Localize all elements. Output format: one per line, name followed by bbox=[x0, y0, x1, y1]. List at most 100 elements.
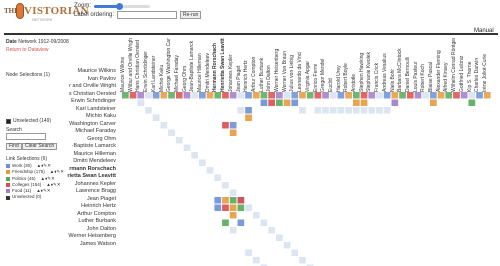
matrix-cell[interactable] bbox=[291, 92, 299, 99]
matrix-row-label[interactable]: Maurice Hilleman bbox=[56, 151, 117, 159]
matrix-column-label[interactable]: John Dalton bbox=[266, 38, 272, 92]
matrix-cell[interactable] bbox=[283, 242, 291, 249]
matrix-row-label[interactable]: Jean Piaget bbox=[56, 196, 116, 204]
matrix-cell[interactable] bbox=[322, 107, 329, 114]
matrix-column-label[interactable]: Louis Pasteur bbox=[413, 38, 419, 92]
matrix-column-label[interactable]: Johannes Kepler bbox=[228, 38, 234, 92]
matrix-cell[interactable] bbox=[314, 92, 322, 99]
matrix-column-label[interactable]: Niels Bohr bbox=[390, 38, 396, 92]
matrix-cell[interactable] bbox=[245, 114, 252, 122]
matrix-cell[interactable] bbox=[237, 107, 245, 114]
matrix-cell[interactable] bbox=[368, 92, 376, 99]
matrix-column-label[interactable]: Karl Landsteiner bbox=[151, 38, 157, 92]
matrix-row-label[interactable]: -Baptiste Lamarck bbox=[56, 143, 116, 151]
matrix-column-label[interactable]: Heinrich Hertz bbox=[243, 38, 249, 92]
matrix-column-label[interactable]: Henrietta Swan Leavitt bbox=[220, 38, 226, 92]
matrix-column-label[interactable]: Erwin Schrödinger bbox=[143, 38, 149, 92]
matrix-column-label[interactable]: Alfred Kinsey bbox=[443, 38, 449, 92]
matrix-cell[interactable] bbox=[222, 182, 229, 189]
matrix-column-label[interactable]: Luther Burbank bbox=[259, 38, 265, 92]
matrix-cell[interactable] bbox=[276, 234, 283, 242]
matrix-column-label[interactable]: Jean-Baptiste Lamarck bbox=[189, 38, 195, 92]
matrix-column-label[interactable]: Irène Joliot-Curie bbox=[482, 38, 488, 92]
matrix-column-label[interactable]: Barbara McClintock bbox=[397, 38, 403, 92]
matrix-cell[interactable] bbox=[337, 92, 345, 99]
matrix-cell[interactable] bbox=[391, 99, 399, 107]
matrix-row-label[interactable]: Michio Kaku bbox=[56, 113, 116, 121]
find-button[interactable]: Find bbox=[6, 143, 22, 150]
matrix-cell[interactable] bbox=[383, 92, 391, 99]
matrix-cell[interactable] bbox=[445, 92, 453, 99]
rerun-button[interactable]: Re-run bbox=[180, 11, 202, 19]
matrix-row-label[interactable]: Maurice Wilkins bbox=[56, 68, 116, 76]
zoom-slider-handle[interactable] bbox=[115, 2, 123, 10]
matrix-cell[interactable] bbox=[199, 92, 206, 99]
matrix-column-label[interactable]: Daniel Bernoulli bbox=[405, 38, 411, 92]
matrix-column-label[interactable]: Stephen Hawking bbox=[359, 38, 365, 92]
matrix-cell[interactable] bbox=[276, 99, 283, 107]
matrix-row-label[interactable]: Arthur Compton bbox=[56, 211, 116, 219]
matrix-column-label[interactable]: Enrico Fermi bbox=[313, 38, 319, 92]
matrix-cell[interactable] bbox=[276, 92, 283, 99]
matrix-cell[interactable] bbox=[468, 92, 476, 99]
matrix-cell[interactable] bbox=[129, 92, 137, 99]
matrix-column-label[interactable]: Michio Kaku bbox=[159, 38, 165, 92]
matrix-cell[interactable] bbox=[422, 92, 429, 99]
matrix-cell[interactable] bbox=[345, 92, 352, 99]
matrix-cell[interactable] bbox=[460, 92, 468, 99]
matrix-cell[interactable] bbox=[360, 92, 368, 99]
matrix-row-label[interactable]: John Dalton bbox=[56, 226, 116, 234]
app-logo[interactable]: THE VISTORIAN NETWORK bbox=[4, 3, 89, 25]
matrix-column-label[interactable]: Kip S. Thorne bbox=[467, 38, 473, 92]
matrix-cell[interactable] bbox=[245, 92, 252, 99]
unselected-checkbox[interactable] bbox=[6, 118, 11, 124]
matrix-cell[interactable] bbox=[229, 189, 237, 197]
matrix-cell[interactable] bbox=[214, 92, 222, 99]
matrix-cell[interactable] bbox=[437, 92, 445, 99]
matrix-cell[interactable] bbox=[306, 92, 314, 99]
matrix-cell[interactable] bbox=[222, 197, 229, 204]
matrix-row-label[interactable]: Werner Heisenberg bbox=[56, 233, 116, 241]
matrix-row-label[interactable]: s Christian Oersted bbox=[56, 91, 116, 99]
matrix-cell[interactable] bbox=[206, 92, 214, 99]
matrix-cell[interactable] bbox=[345, 107, 352, 114]
matrix-cell[interactable] bbox=[283, 92, 291, 99]
matrix-cell[interactable] bbox=[337, 107, 345, 114]
matrix-cell[interactable] bbox=[252, 212, 260, 219]
matrix-cell[interactable] bbox=[245, 204, 252, 212]
matrix-cell[interactable] bbox=[360, 99, 368, 107]
matrix-column-label[interactable]: Alexander Fleming bbox=[436, 38, 442, 92]
matrix-cell[interactable] bbox=[252, 92, 260, 99]
matrix-row-label[interactable]: Washington Carver bbox=[56, 121, 116, 129]
matrix-cell[interactable] bbox=[137, 92, 145, 99]
matrix-column-label[interactable]: Francis Crick bbox=[374, 38, 380, 92]
matrix-row-label[interactable]: rietta Swan Leavitt bbox=[56, 173, 116, 181]
matrix-cell[interactable] bbox=[483, 92, 491, 99]
matrix-cell[interactable] bbox=[291, 249, 299, 257]
adjacency-matrix-canvas[interactable] bbox=[122, 92, 498, 266]
matrix-column-label[interactable]: Gregor Mendel bbox=[320, 38, 326, 92]
matrix-cell[interactable] bbox=[168, 129, 175, 137]
clear-search-button[interactable]: Clear Search bbox=[22, 143, 58, 150]
matrix-column-label[interactable]: Robert Koch bbox=[420, 38, 426, 92]
matrix-column-label[interactable]: Werner Heisenberg bbox=[274, 38, 280, 92]
matrix-cell[interactable] bbox=[237, 197, 245, 204]
matrix-cell[interactable] bbox=[222, 92, 229, 99]
matrix-cell[interactable] bbox=[222, 219, 229, 227]
matrix-cell[interactable] bbox=[222, 204, 229, 212]
matrix-cell[interactable] bbox=[229, 204, 237, 212]
matrix-column-label[interactable]: Charles Darwin bbox=[474, 38, 480, 92]
matrix-cell[interactable] bbox=[175, 137, 183, 144]
matrix-column-label[interactable]: Wilbur and Orville Wright bbox=[128, 38, 134, 92]
matrix-column-label[interactable]: Gottfried Leibniz bbox=[459, 38, 465, 92]
matrix-column-label[interactable]: Michael Faraday bbox=[174, 38, 180, 92]
matrix-row-label[interactable]: Heinrich Hertz bbox=[56, 203, 116, 211]
matrix-cell[interactable] bbox=[299, 92, 306, 99]
matrix-column-label[interactable]: Georg Ohm bbox=[182, 38, 188, 92]
matrix-row-label[interactable]: Karl Landsteiner bbox=[56, 106, 116, 114]
matrix-cell[interactable] bbox=[229, 227, 237, 234]
matrix-column-label[interactable]: Hermann Rorschach bbox=[212, 38, 218, 92]
matrix-column-label[interactable]: Jean Piaget bbox=[236, 38, 242, 92]
matrix-column-label[interactable]: Harold Urey bbox=[336, 38, 342, 92]
matrix-cell[interactable] bbox=[291, 99, 299, 107]
